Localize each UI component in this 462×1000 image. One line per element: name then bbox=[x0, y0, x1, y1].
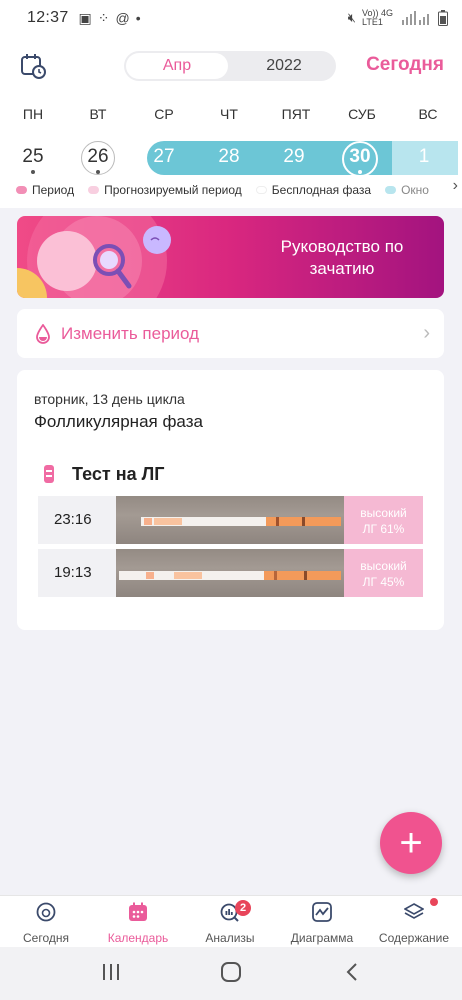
tab-today[interactable]: Сегодня bbox=[0, 896, 92, 948]
dow-tue: ВТ bbox=[89, 106, 107, 122]
dow-fri: ПЯТ bbox=[281, 106, 311, 122]
cycle-day-card: вторник, 13 день цикла Фолликулярная фаз… bbox=[17, 370, 444, 630]
legend-label: Прогнозируемый период bbox=[104, 183, 242, 197]
dow-sun: ВС bbox=[418, 106, 438, 122]
today-icon bbox=[36, 902, 56, 922]
test-result-level: высокий bbox=[360, 559, 407, 573]
bottom-tab-bar: Сегодня Календарь 2 Анализы Диаграмма Со… bbox=[0, 895, 462, 947]
test-strip-icon bbox=[44, 465, 54, 483]
test-result-percent: ЛГ 61% bbox=[362, 522, 405, 536]
tab-label: Содержание bbox=[378, 931, 450, 945]
today-button[interactable]: Сегодня bbox=[366, 54, 444, 76]
app-header: Апр 2022 Сегодня bbox=[0, 36, 462, 98]
month-year-switch: Апр 2022 bbox=[124, 51, 336, 81]
legend-item: Окно bbox=[385, 183, 429, 197]
day-29[interactable]: 29 bbox=[274, 140, 314, 174]
banner-text: Руководство по зачатию bbox=[280, 237, 404, 278]
month-selector[interactable]: Апр bbox=[126, 53, 228, 79]
legend-item: Бесплодная фаза bbox=[255, 183, 372, 197]
notification-badge: 2 bbox=[235, 900, 251, 916]
day-25[interactable]: 25 bbox=[13, 140, 53, 174]
legend-swatch bbox=[385, 186, 397, 194]
test-time: 23:16 bbox=[54, 511, 92, 528]
calendar-legend: Период Прогнозируемый период Бесплодная … bbox=[16, 182, 429, 198]
legend-label: Период bbox=[32, 183, 75, 197]
legend-swatch bbox=[16, 186, 27, 194]
home-icon[interactable] bbox=[220, 961, 242, 983]
status-bar: 12:37 ▣ ⁘ @ • 🔇︎ Vo)) 4G LTE1 bbox=[0, 0, 462, 36]
dow-mon: ПН bbox=[22, 106, 44, 122]
lh-test-row[interactable]: 23:16 высокий ЛГ 61% bbox=[38, 496, 423, 544]
cycle-day-subtitle: вторник, 13 день цикла bbox=[34, 391, 185, 407]
new-content-dot bbox=[430, 898, 438, 906]
system-icons: 🔇︎ Vo)) 4G LTE1 bbox=[348, 9, 448, 27]
test-result-level: высокий bbox=[360, 506, 407, 520]
more-notifications-icon: • bbox=[135, 10, 141, 26]
legend-swatch bbox=[255, 186, 267, 194]
signal-icon bbox=[402, 11, 429, 25]
dow-thu: ЧТ bbox=[220, 106, 238, 122]
tab-content[interactable]: Содержание bbox=[368, 896, 460, 948]
test-result: высокий ЛГ 61% bbox=[344, 496, 423, 544]
network-label: Vo)) 4G LTE1 bbox=[362, 8, 394, 27]
legend-label: Бесплодная фаза bbox=[271, 183, 372, 197]
dow-sat: СУБ bbox=[348, 106, 376, 122]
day-30[interactable]: 30 bbox=[340, 140, 380, 174]
test-result-percent: ЛГ 45% bbox=[362, 575, 405, 589]
day-26[interactable]: 26 bbox=[78, 140, 118, 174]
legend-swatch bbox=[88, 186, 100, 194]
chart-icon bbox=[312, 902, 332, 922]
tab-chart[interactable]: Диаграмма bbox=[276, 896, 368, 948]
change-period-card[interactable]: Изменить период › bbox=[17, 309, 444, 358]
gallery-icon: ▣ bbox=[78, 9, 92, 26]
tab-label: Календарь bbox=[107, 931, 169, 945]
tab-calendar[interactable]: Календарь bbox=[92, 896, 184, 948]
calendar-icon bbox=[129, 902, 147, 921]
change-period-label: Изменить период bbox=[61, 324, 200, 343]
day-1[interactable]: 1 bbox=[404, 140, 444, 174]
tab-label: Анализы bbox=[205, 931, 255, 945]
mute-icon: 🔇︎ bbox=[347, 10, 356, 25]
at-icon: @ bbox=[115, 10, 130, 26]
tab-analysis[interactable]: 2 Анализы bbox=[184, 896, 276, 948]
tab-label: Сегодня bbox=[23, 931, 69, 945]
day-28[interactable]: 28 bbox=[209, 140, 249, 174]
lh-test-title: Тест на ЛГ bbox=[72, 464, 165, 484]
legend-label: Окно bbox=[401, 183, 429, 197]
cycle-phase: Фолликулярная фаза bbox=[34, 412, 203, 431]
lh-test-row[interactable]: 19:13 высокий ЛГ 45% bbox=[38, 549, 423, 597]
apps-icon: ⁘ bbox=[97, 9, 110, 26]
recent-apps-icon[interactable] bbox=[101, 963, 121, 981]
status-time: 12:37 bbox=[27, 9, 69, 26]
chevron-right-icon: › bbox=[423, 322, 430, 344]
test-strip-photo bbox=[116, 549, 344, 597]
test-strip-photo bbox=[116, 496, 344, 544]
legend-item: Прогнозируемый период bbox=[88, 183, 242, 197]
drop-icon bbox=[36, 324, 50, 344]
day-marker-dot bbox=[31, 170, 35, 174]
content-icon bbox=[404, 903, 424, 919]
legend-item: Период bbox=[16, 183, 74, 197]
dow-wed: СР bbox=[154, 106, 174, 122]
add-button[interactable]: + bbox=[380, 812, 442, 874]
tab-label: Диаграмма bbox=[290, 931, 354, 945]
test-time: 19:13 bbox=[54, 564, 92, 581]
calendar-history-icon[interactable] bbox=[18, 51, 48, 81]
day-27[interactable]: 27 bbox=[144, 140, 184, 174]
year-selector[interactable]: 2022 bbox=[234, 51, 334, 81]
battery-icon bbox=[438, 10, 448, 26]
system-nav-bar bbox=[0, 947, 462, 1000]
conception-guide-banner[interactable]: Руководство по зачатию bbox=[17, 216, 444, 298]
banner-illustration bbox=[17, 216, 171, 298]
notification-icons: ▣ ⁘ @ • bbox=[79, 10, 141, 27]
day-marker-dot bbox=[96, 170, 100, 174]
back-icon[interactable] bbox=[345, 962, 359, 982]
legend-scroll-arrow-icon[interactable]: › bbox=[453, 177, 458, 195]
week-strip: ПН ВТ СР ЧТ ПЯТ СУБ ВС 25 26 27 28 29 30… bbox=[0, 98, 462, 208]
test-result: высокий ЛГ 45% bbox=[344, 549, 423, 597]
day-marker-dot bbox=[358, 170, 362, 174]
